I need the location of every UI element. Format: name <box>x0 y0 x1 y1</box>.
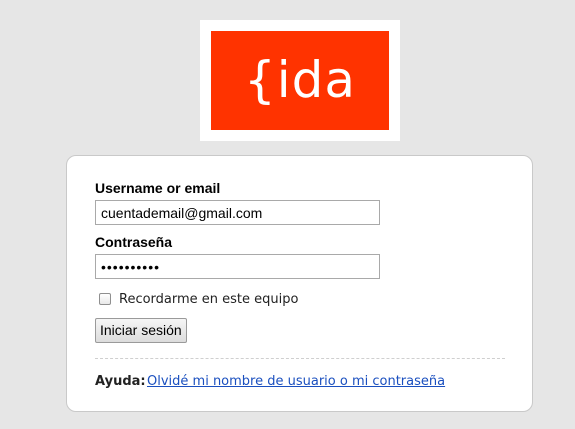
brand-logo: {ida <box>211 31 389 130</box>
brand-logo-text: {ida <box>243 51 357 109</box>
divider <box>95 358 505 359</box>
username-input[interactable] <box>95 200 380 225</box>
password-label: Contraseña <box>95 234 173 250</box>
login-card: Username or email Contraseña Recordarme … <box>66 155 533 412</box>
logo-frame: {ida <box>200 20 400 141</box>
forgot-credentials-link[interactable]: Olvidé mi nombre de usuario o mi contras… <box>147 374 445 389</box>
username-label: Username or email <box>95 180 221 196</box>
login-button[interactable]: Iniciar sesión <box>95 318 187 343</box>
remember-label[interactable]: Recordarme en este equipo <box>119 292 298 307</box>
password-input[interactable] <box>95 254 380 279</box>
remember-checkbox[interactable] <box>99 293 111 305</box>
help-label: Ayuda: <box>95 374 146 389</box>
